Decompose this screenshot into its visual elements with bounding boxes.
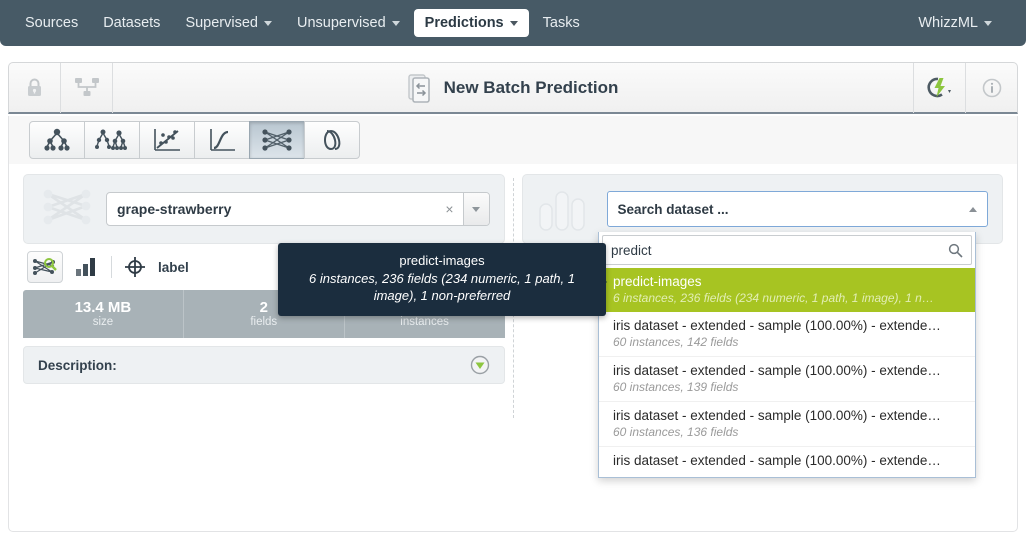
batch-prediction-icon	[407, 73, 430, 103]
dataset-search-dropdown: predict predict-images 6 instances, 236 …	[598, 232, 976, 478]
navbar-left-items: Sources Datasets Supervised Unsupervised…	[0, 9, 594, 37]
nav-item-sources[interactable]: Sources	[14, 9, 89, 37]
dataset-tooltip: predict-images 6 instances, 236 fields (…	[278, 243, 606, 316]
page-title: New Batch Prediction	[443, 77, 619, 97]
info-button[interactable]	[965, 62, 1017, 113]
nav-item-predictions[interactable]: Predictions	[413, 9, 529, 37]
nav-item-tasks[interactable]: Tasks	[532, 9, 591, 37]
list-item[interactable]: predict-images 6 instances, 236 fields (…	[599, 268, 975, 312]
chevron-down-icon	[472, 206, 480, 212]
list-item-title: predict-images	[613, 274, 702, 289]
stat-value: 2	[259, 298, 268, 316]
nav-item-datasets[interactable]: Datasets	[92, 9, 171, 37]
deepnet-icon	[262, 129, 292, 151]
logistic-regression-icon	[210, 129, 235, 151]
model-select-toggle[interactable]	[462, 193, 489, 225]
caret-up-icon	[969, 206, 977, 212]
nav-item-whizzml[interactable]: WhizzML	[907, 9, 1003, 37]
dataset-search-input-wrap[interactable]: predict	[602, 235, 972, 265]
lock-icon	[28, 78, 41, 96]
chevron-down-icon	[509, 20, 518, 26]
clear-model-icon[interactable]: ×	[437, 193, 463, 225]
target-icon	[125, 257, 145, 277]
list-item-subtitle: 60 instances, 139 fields	[613, 380, 739, 394]
tooltip-title: predict-images	[399, 253, 485, 268]
fusion-icon	[324, 129, 341, 151]
flash-actions-button[interactable]	[913, 62, 965, 113]
nav-item-unsupervised[interactable]: Unsupervised	[286, 9, 411, 37]
nav-item-label: Datasets	[103, 15, 161, 31]
top-navbar: Sources Datasets Supervised Unsupervised…	[0, 0, 1026, 46]
model-selector-card: grape-strawberry ×	[23, 174, 505, 244]
ensemble-icon	[95, 129, 127, 150]
nav-item-label: Supervised	[185, 15, 258, 31]
nav-item-label: Unsupervised	[296, 15, 386, 31]
nav-item-label: WhizzML	[918, 15, 978, 31]
model-select[interactable]: grape-strawberry ×	[106, 192, 490, 226]
chevron-down-circle-icon[interactable]	[470, 355, 490, 375]
deepnet-icon	[43, 189, 91, 225]
deepnet-search-icon	[33, 258, 57, 275]
resource-header: New Batch Prediction	[8, 62, 1018, 114]
stat-label: size	[92, 316, 114, 329]
stat-value: 13.4 MB	[74, 298, 132, 316]
list-item-title: iris dataset - extended - sample (100.00…	[613, 408, 941, 423]
list-item-subtitle: 60 instances, 136 fields	[613, 425, 739, 439]
list-item[interactable]: iris dataset - extended - sample (100.00…	[599, 357, 975, 402]
list-item-title: iris dataset - extended - sample (100.00…	[613, 453, 941, 468]
tooltip-subtitle: 6 instances, 236 fields (234 numeric, 1 …	[309, 270, 575, 304]
dataset-results-list: predict-images 6 instances, 236 fields (…	[599, 268, 975, 477]
list-item[interactable]: iris dataset - extended - sample (100.00…	[599, 402, 975, 447]
list-item-title: iris dataset - extended - sample (100.00…	[613, 318, 941, 333]
decision-tree-icon	[44, 128, 70, 151]
list-item[interactable]: iris dataset - extended - sample (100.00…	[599, 312, 975, 357]
share-network-icon	[74, 78, 99, 96]
bar-chart-icon[interactable]	[75, 257, 99, 277]
dataset-search-toggle[interactable]: Search dataset ...	[606, 191, 988, 227]
nav-item-label: Sources	[25, 15, 79, 31]
chevron-down-icon	[984, 20, 992, 26]
dataset-bars-icon	[538, 191, 585, 231]
list-item-subtitle: 60 instances, 142 fields	[613, 335, 739, 349]
linear-regression-icon	[154, 129, 180, 151]
flash-actions-icon	[926, 77, 951, 97]
dataset-search-label: Search dataset ...	[617, 201, 729, 217]
app-page: Sources Datasets Supervised Unsupervised…	[0, 0, 1026, 540]
lock-button[interactable]	[9, 62, 61, 113]
navbar-right-items: WhizzML	[907, 9, 1026, 37]
list-item-title: iris dataset - extended - sample (100.00…	[613, 363, 941, 378]
type-btn-linear-regression[interactable]	[139, 121, 195, 159]
share-network-button[interactable]	[61, 62, 113, 113]
type-btn-deepnet[interactable]	[249, 121, 305, 159]
objective-field-label: label	[158, 259, 189, 275]
type-btn-ensemble[interactable]	[84, 121, 140, 159]
description-label: Description:	[38, 357, 117, 373]
type-btn-fusion[interactable]	[304, 121, 360, 159]
chevron-down-icon	[391, 20, 400, 26]
model-type-toolbar	[8, 116, 1018, 164]
magnifier-icon	[948, 243, 963, 258]
description-box: Description:	[23, 346, 505, 384]
stat-size: 13.4 MB size	[23, 290, 184, 338]
stat-label: fields	[250, 316, 278, 329]
dataset-search-input: predict	[611, 242, 652, 258]
page-title-wrap: New Batch Prediction	[113, 73, 913, 103]
chevron-down-icon	[263, 20, 272, 26]
model-summary-button[interactable]	[27, 251, 63, 283]
nav-item-label: Predictions	[424, 15, 504, 31]
type-btn-model[interactable]	[29, 121, 85, 159]
info-icon	[982, 78, 1001, 97]
list-item[interactable]: iris dataset - extended - sample (100.00…	[599, 447, 975, 477]
nav-item-supervised[interactable]: Supervised	[174, 9, 283, 37]
model-select-value: grape-strawberry	[117, 201, 232, 217]
nav-item-label: Tasks	[542, 15, 580, 31]
resource-header-right	[913, 62, 1017, 113]
type-btn-logistic-regression[interactable]	[194, 121, 250, 159]
list-item-subtitle: 6 instances, 236 fields (234 numeric, 1 …	[613, 291, 934, 305]
stat-label: instances	[400, 316, 449, 329]
divider	[111, 256, 112, 278]
